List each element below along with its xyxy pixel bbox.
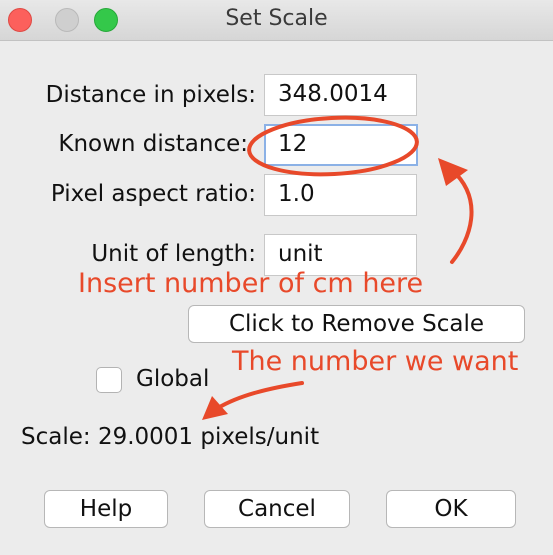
remove-scale-button[interactable]: Click to Remove Scale bbox=[188, 305, 525, 343]
arrow-to-scale bbox=[216, 381, 304, 410]
help-button[interactable]: Help bbox=[44, 490, 168, 528]
distance-in-pixels-input[interactable]: 348.0014 bbox=[264, 74, 417, 116]
number-we-want-note: The number we want bbox=[232, 346, 519, 377]
insert-number-note: Insert number of cm here bbox=[78, 268, 424, 299]
unit-of-length-label: Unit of length: bbox=[91, 241, 256, 267]
cancel-button[interactable]: Cancel bbox=[204, 490, 350, 528]
global-checkbox[interactable] bbox=[96, 367, 122, 393]
global-label[interactable]: Global bbox=[136, 366, 209, 392]
ok-button[interactable]: OK bbox=[386, 490, 516, 528]
known-distance-label: Known distance: bbox=[58, 131, 248, 157]
pixel-aspect-ratio-input[interactable]: 1.0 bbox=[264, 174, 417, 216]
title-bar[interactable]: Set Scale bbox=[0, 0, 553, 41]
scale-readout: Scale: 29.0001 pixels/unit bbox=[21, 424, 320, 450]
arrow-head-known-distance bbox=[438, 158, 468, 186]
distance-in-pixels-label: Distance in pixels: bbox=[45, 82, 256, 108]
arrow-to-known-distance bbox=[450, 168, 474, 264]
arrow-head-scale bbox=[202, 396, 228, 420]
window-title: Set Scale bbox=[225, 6, 328, 31]
pixel-aspect-ratio-label: Pixel aspect ratio: bbox=[50, 181, 256, 207]
set-scale-dialog: Set Scale Distance in pixels: 348.0014 K… bbox=[0, 0, 553, 555]
known-distance-input[interactable]: 12 bbox=[264, 124, 418, 166]
